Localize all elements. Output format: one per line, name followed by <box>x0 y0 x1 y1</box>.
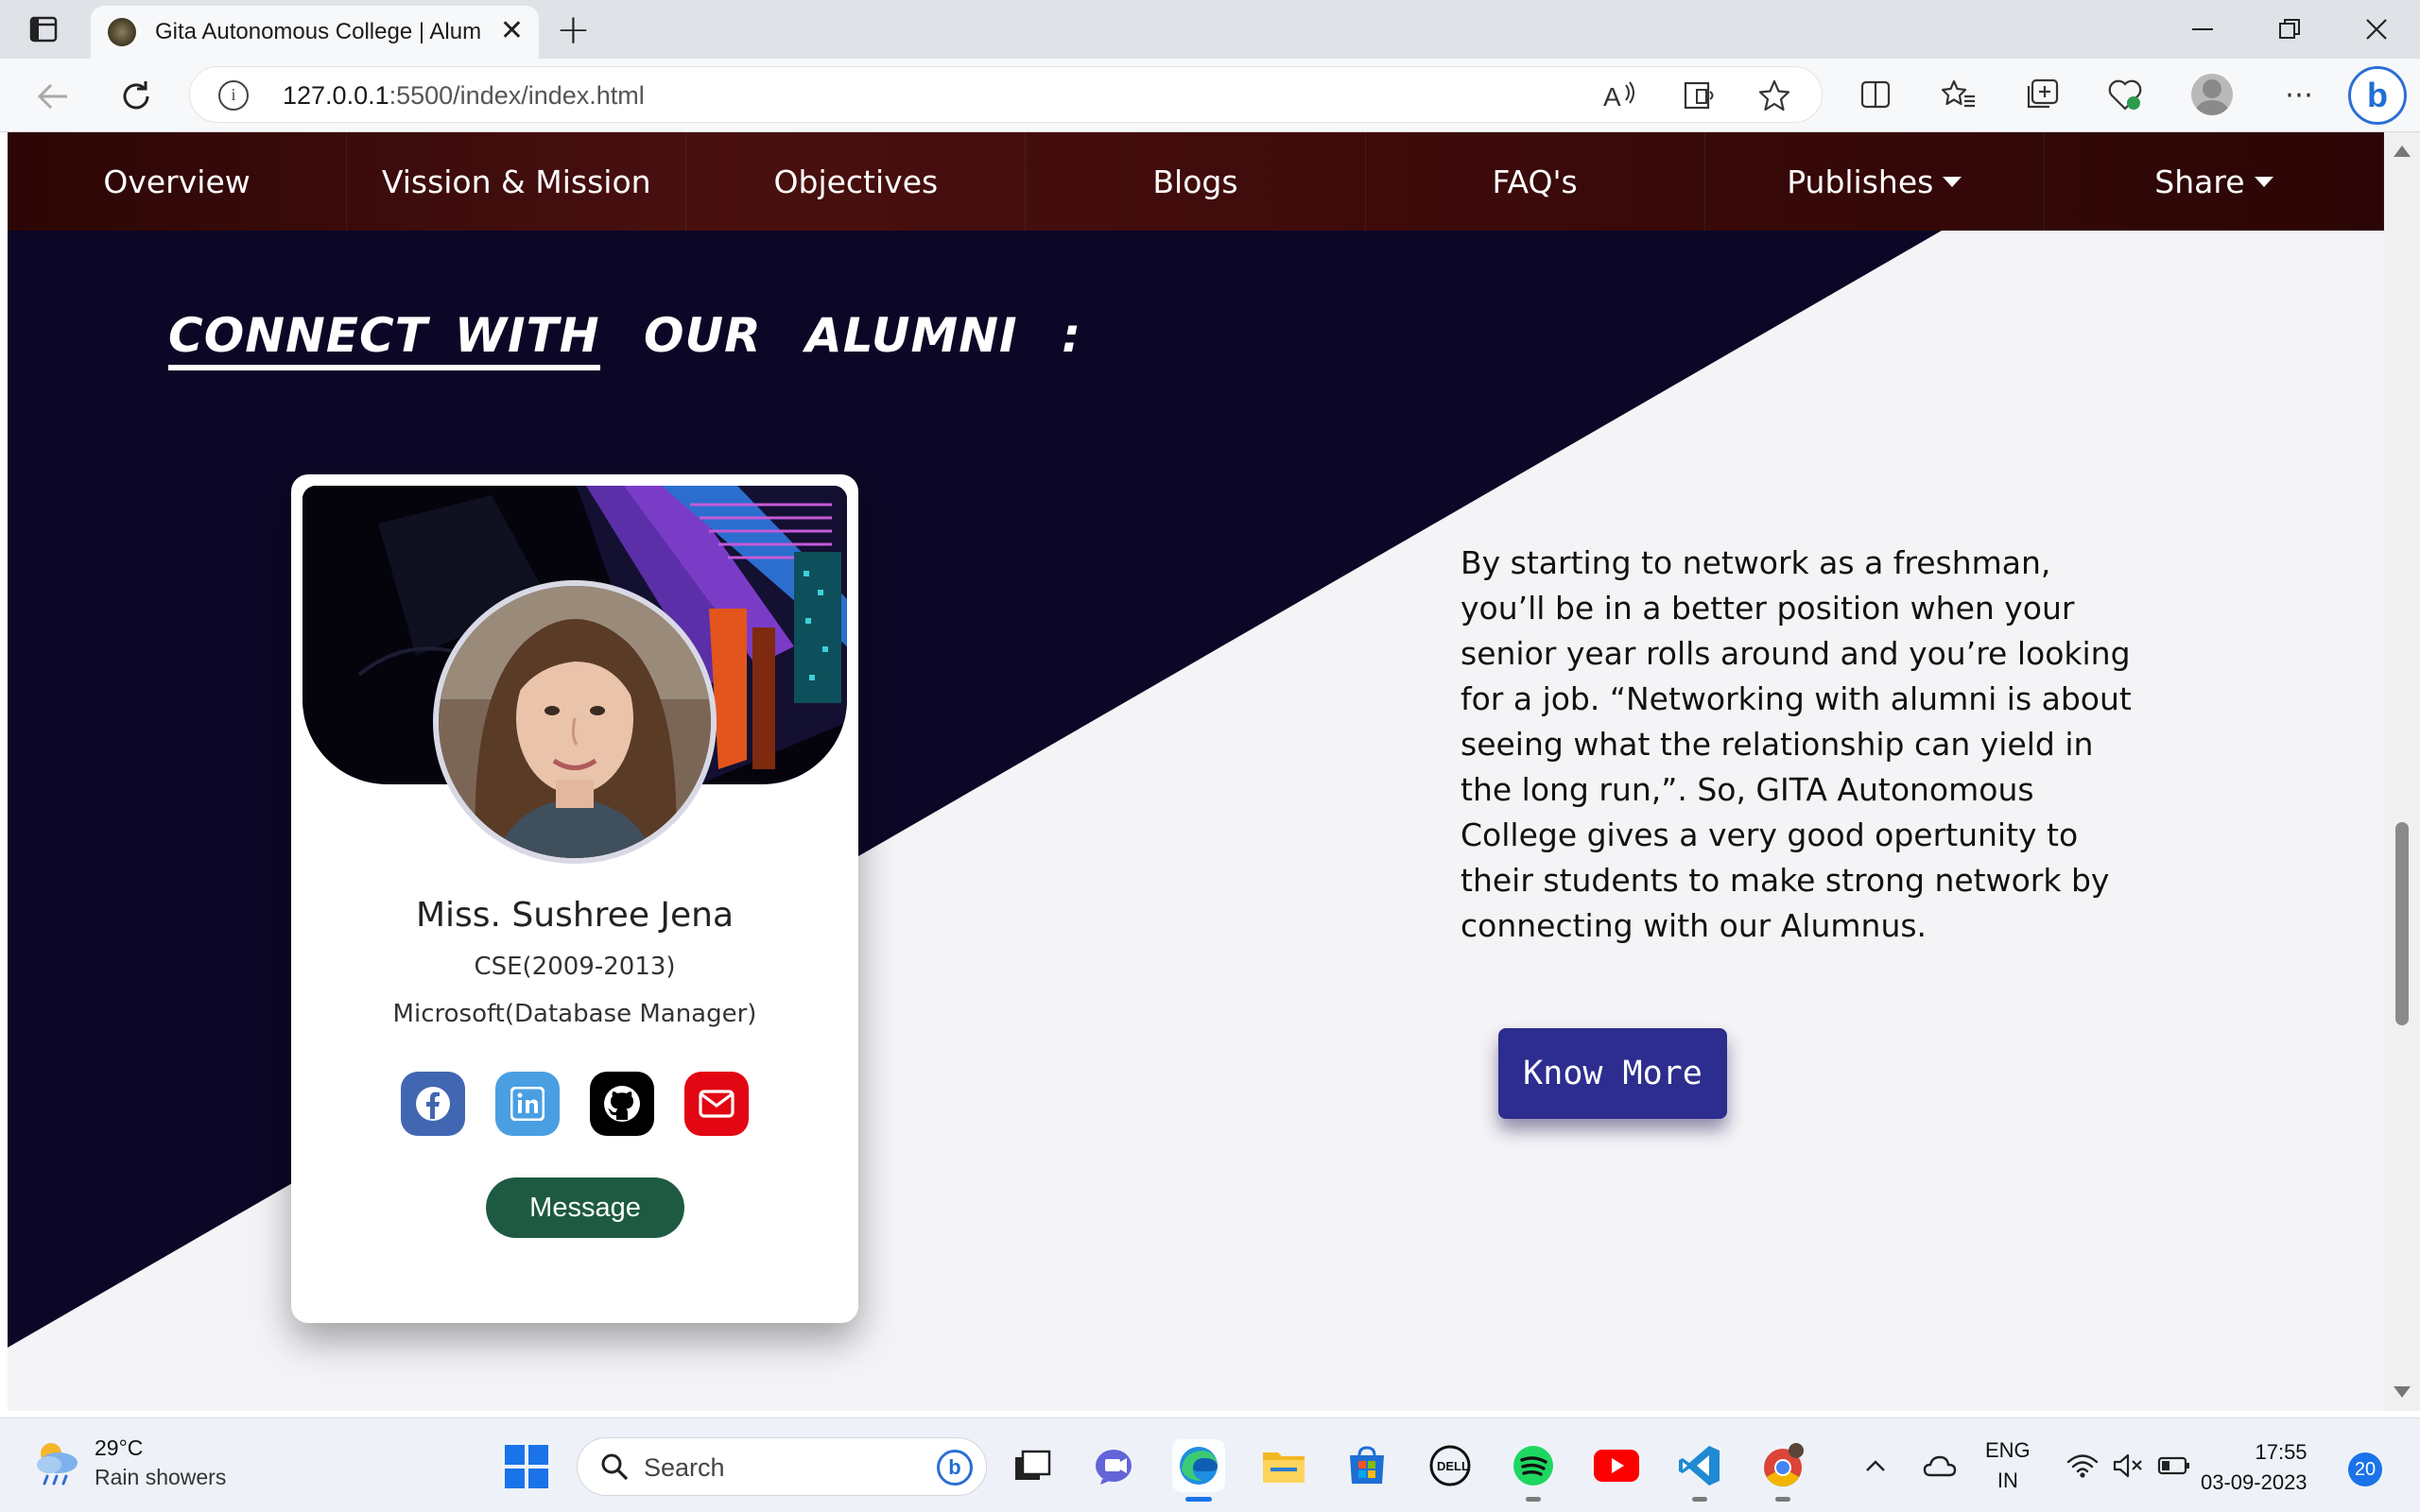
page-viewport: Overview Vission & Mission Objectives Bl… <box>8 132 2384 1411</box>
nav-faqs[interactable]: FAQ's <box>1366 132 1705 231</box>
taskbar-search-input[interactable]: Search b <box>577 1437 987 1496</box>
alumni-branch: CSE(2009-2013) <box>474 953 676 981</box>
site-info-icon[interactable]: i <box>218 80 249 111</box>
refresh-icon[interactable] <box>115 76 157 117</box>
back-icon[interactable] <box>32 76 74 117</box>
alumni-name: Miss. Sushree Jena <box>415 896 735 935</box>
collections-icon[interactable] <box>2021 74 2063 115</box>
social-links <box>291 1072 858 1136</box>
active-app-indicator <box>1185 1497 1212 1502</box>
section-title-underlined: CONNECT WITH <box>168 308 600 370</box>
close-window-icon[interactable] <box>2333 0 2420 59</box>
chrome-icon[interactable] <box>1756 1439 1809 1502</box>
wifi-icon[interactable] <box>2066 1418 2099 1512</box>
scroll-thumb[interactable] <box>2395 822 2409 1025</box>
search-placeholder: Search <box>644 1453 725 1482</box>
windows-taskbar: 29°C Rain showers Search b DELL ENG IN 17… <box>0 1418 2420 1512</box>
running-app-indicator <box>1692 1497 1707 1502</box>
tab-title: Gita Autonomous College | Alum <box>155 19 482 44</box>
notification-badge[interactable]: 20 <box>2348 1452 2382 1486</box>
alumni-description: By starting to network as a freshman, yo… <box>1461 544 2132 944</box>
show-hidden-icons-icon[interactable] <box>1864 1418 1887 1512</box>
nav-share-dropdown[interactable]: Share <box>2045 132 2384 231</box>
address-bar[interactable]: i 127.0.0.1:5500/index/index.html A <box>189 66 1823 123</box>
youtube-icon[interactable] <box>1590 1439 1643 1492</box>
language-indicator[interactable]: ENG IN <box>1985 1418 2031 1512</box>
nav-publishes-dropdown[interactable]: Publishes <box>1705 132 2045 231</box>
windows-start-icon[interactable] <box>505 1445 548 1488</box>
bing-copilot-icon[interactable]: b <box>2348 66 2407 125</box>
minimize-icon[interactable] <box>2159 0 2246 59</box>
battery-icon[interactable] <box>2157 1418 2191 1512</box>
split-screen-icon[interactable] <box>1855 74 1896 115</box>
main-navigation: Overview Vission & Mission Objectives Bl… <box>8 132 2384 231</box>
mail-icon[interactable] <box>684 1072 749 1136</box>
running-app-indicator <box>1526 1497 1541 1502</box>
close-tab-icon[interactable]: ✕ <box>500 17 524 45</box>
page-scrollbar[interactable] <box>2384 132 2420 1411</box>
weather-temperature: 29°C <box>95 1435 144 1460</box>
clock-date: 03-09-2023 <box>2201 1470 2308 1494</box>
spotify-icon[interactable] <box>1507 1439 1560 1502</box>
svg-text:A: A <box>1603 82 1621 110</box>
svg-text:DELL: DELL <box>1437 1459 1469 1473</box>
favorite-star-icon[interactable] <box>1757 78 1791 112</box>
dell-icon[interactable]: DELL <box>1424 1439 1477 1492</box>
alumni-avatar <box>433 580 717 864</box>
nav-publishes-label: Publishes <box>1787 163 1934 200</box>
nav-blogs[interactable]: Blogs <box>1026 132 1366 231</box>
github-icon[interactable] <box>590 1072 654 1136</box>
weather-widget[interactable]: 29°C Rain showers <box>32 1435 226 1490</box>
know-more-button[interactable]: Know More <box>1498 1028 1727 1119</box>
window-controls <box>2159 0 2420 59</box>
url-text: 127.0.0.1:5500/index/index.html <box>283 81 645 110</box>
browser-tab-bar: Gita Autonomous College | Alum ✕ + <box>0 0 2420 59</box>
profile-avatar[interactable] <box>2191 74 2233 115</box>
read-aloud-icon[interactable]: A <box>1602 78 1636 112</box>
tab-actions-icon[interactable] <box>26 13 60 45</box>
caret-down-icon <box>1943 176 1962 187</box>
nav-overview[interactable]: Overview <box>8 132 348 231</box>
running-app-indicator <box>1775 1497 1790 1502</box>
speaker-muted-icon[interactable] <box>2112 1418 2144 1512</box>
alumni-card: Miss. Sushree Jena CSE(2009-2013) Micros… <box>291 474 858 1323</box>
teams-chat-icon[interactable] <box>1089 1439 1142 1492</box>
scroll-up-arrow-icon[interactable] <box>2394 146 2411 157</box>
edge-browser-icon[interactable] <box>1172 1439 1225 1502</box>
browser-essentials-icon[interactable] <box>2104 74 2146 115</box>
file-explorer-icon[interactable] <box>1257 1439 1310 1492</box>
scroll-down-arrow-icon[interactable] <box>2394 1386 2411 1398</box>
favorites-icon[interactable] <box>1938 74 1979 115</box>
restore-icon[interactable] <box>2246 0 2333 59</box>
alumni-job: Microsoft(Database Manager) <box>392 1000 757 1028</box>
task-view-icon[interactable] <box>1006 1439 1059 1492</box>
search-icon <box>601 1453 629 1481</box>
nav-share-label: Share <box>2154 163 2245 200</box>
rain-cloud-icon <box>32 1438 81 1487</box>
browser-toolbar: i 127.0.0.1:5500/index/index.html A ⋯ b <box>0 59 2420 132</box>
vscode-icon[interactable] <box>1673 1439 1726 1502</box>
clock-time: 17:55 <box>2255 1440 2308 1464</box>
nav-objectives[interactable]: Objectives <box>686 132 1027 231</box>
browser-tab-active[interactable]: Gita Autonomous College | Alum ✕ <box>91 6 539 59</box>
nav-vision-mission[interactable]: Vission & Mission <box>347 132 687 231</box>
linkedin-icon[interactable] <box>495 1072 560 1136</box>
bing-search-icon[interactable]: b <box>937 1450 973 1486</box>
immersive-reader-icon[interactable] <box>1684 78 1718 112</box>
new-tab-icon[interactable]: + <box>556 9 591 51</box>
caret-down-icon <box>2254 176 2273 187</box>
weather-description: Rain showers <box>95 1465 227 1489</box>
onedrive-cloud-icon[interactable] <box>1923 1418 1957 1512</box>
facebook-icon[interactable] <box>401 1072 465 1136</box>
more-options-icon[interactable]: ⋯ <box>2278 74 2320 115</box>
section-title: CONNECT WITH OUR ALUMNI : <box>168 308 1081 370</box>
microsoft-store-icon[interactable] <box>1340 1439 1393 1492</box>
taskbar-clock[interactable]: 17:55 03-09-2023 <box>2201 1437 2308 1498</box>
college-logo-icon <box>108 18 136 46</box>
message-button[interactable]: Message <box>486 1177 684 1238</box>
